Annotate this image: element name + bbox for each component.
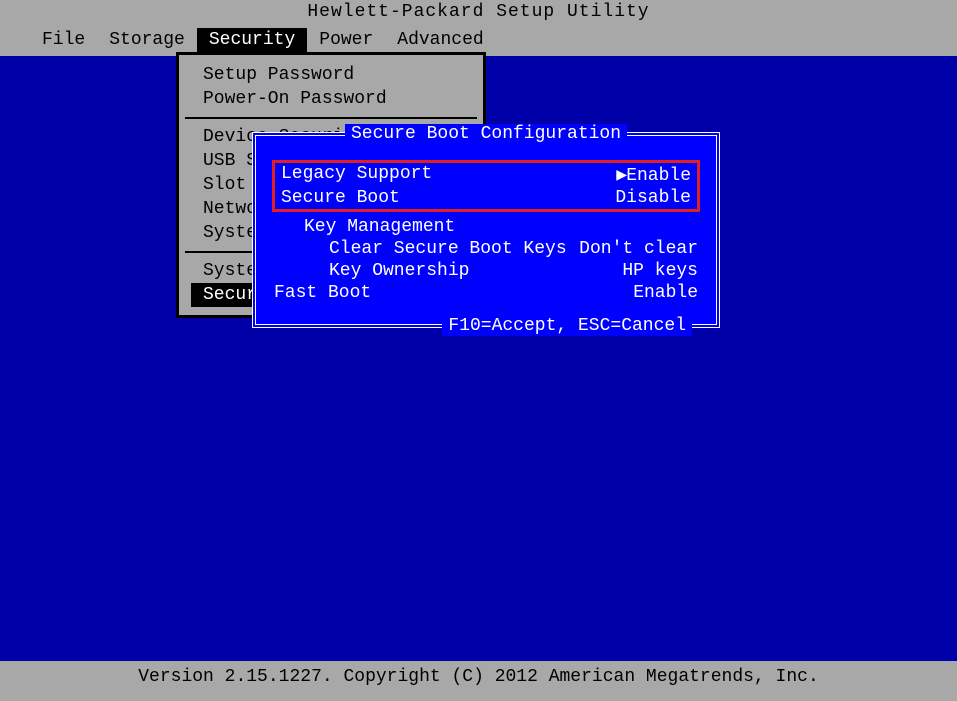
dd-power-on-password[interactable]: Power-On Password [191, 87, 471, 111]
value-legacy-support: ▶Enable [616, 164, 691, 186]
menu-security[interactable]: Security [197, 28, 307, 52]
label-secure-boot: Secure Boot [281, 188, 400, 208]
row-key-ownership[interactable]: Key Ownership HP keys [270, 260, 702, 282]
dropdown-divider [185, 117, 477, 119]
status-bar: Version 2.15.1227. Copyright (C) 2012 Am… [0, 661, 957, 701]
status-text: Version 2.15.1227. Copyright (C) 2012 Am… [138, 667, 819, 687]
app-title: Hewlett-Packard Setup Utility [307, 2, 649, 22]
label-clear-keys: Clear Secure Boot Keys [274, 239, 567, 259]
value-clear-keys: Don't clear [579, 239, 698, 259]
secure-boot-dialog: Secure Boot Configuration Legacy Support… [252, 132, 720, 328]
row-fast-boot[interactable]: Fast Boot Enable [270, 282, 702, 304]
menu-storage[interactable]: Storage [97, 28, 197, 52]
row-legacy-support[interactable]: Legacy Support ▶Enable [277, 163, 695, 187]
row-clear-keys[interactable]: Clear Secure Boot Keys Don't clear [270, 238, 702, 260]
highlight-box: Legacy Support ▶Enable Secure Boot Disab… [272, 160, 700, 212]
menu-file[interactable]: File [30, 28, 97, 52]
label-key-ownership: Key Ownership [274, 261, 469, 281]
row-secure-boot[interactable]: Secure Boot Disable [277, 187, 695, 209]
value-key-ownership: HP keys [622, 261, 698, 281]
triangle-right-icon: ▶ [616, 164, 626, 186]
label-legacy-support: Legacy Support [281, 164, 432, 186]
row-key-management[interactable]: Key Management [270, 216, 702, 238]
dd-setup-password[interactable]: Setup Password [191, 63, 471, 87]
label-fast-boot: Fast Boot [274, 283, 371, 303]
menu-advanced[interactable]: Advanced [385, 28, 495, 52]
value-fast-boot: Enable [633, 283, 698, 303]
value-secure-boot: Disable [615, 188, 691, 208]
dialog-title: Secure Boot Configuration [345, 124, 627, 144]
label-key-management: Key Management [274, 217, 455, 237]
menu-power[interactable]: Power [307, 28, 385, 52]
dialog-footer: F10=Accept, ESC=Cancel [442, 316, 692, 336]
title-bar: Hewlett-Packard Setup Utility [0, 0, 957, 24]
